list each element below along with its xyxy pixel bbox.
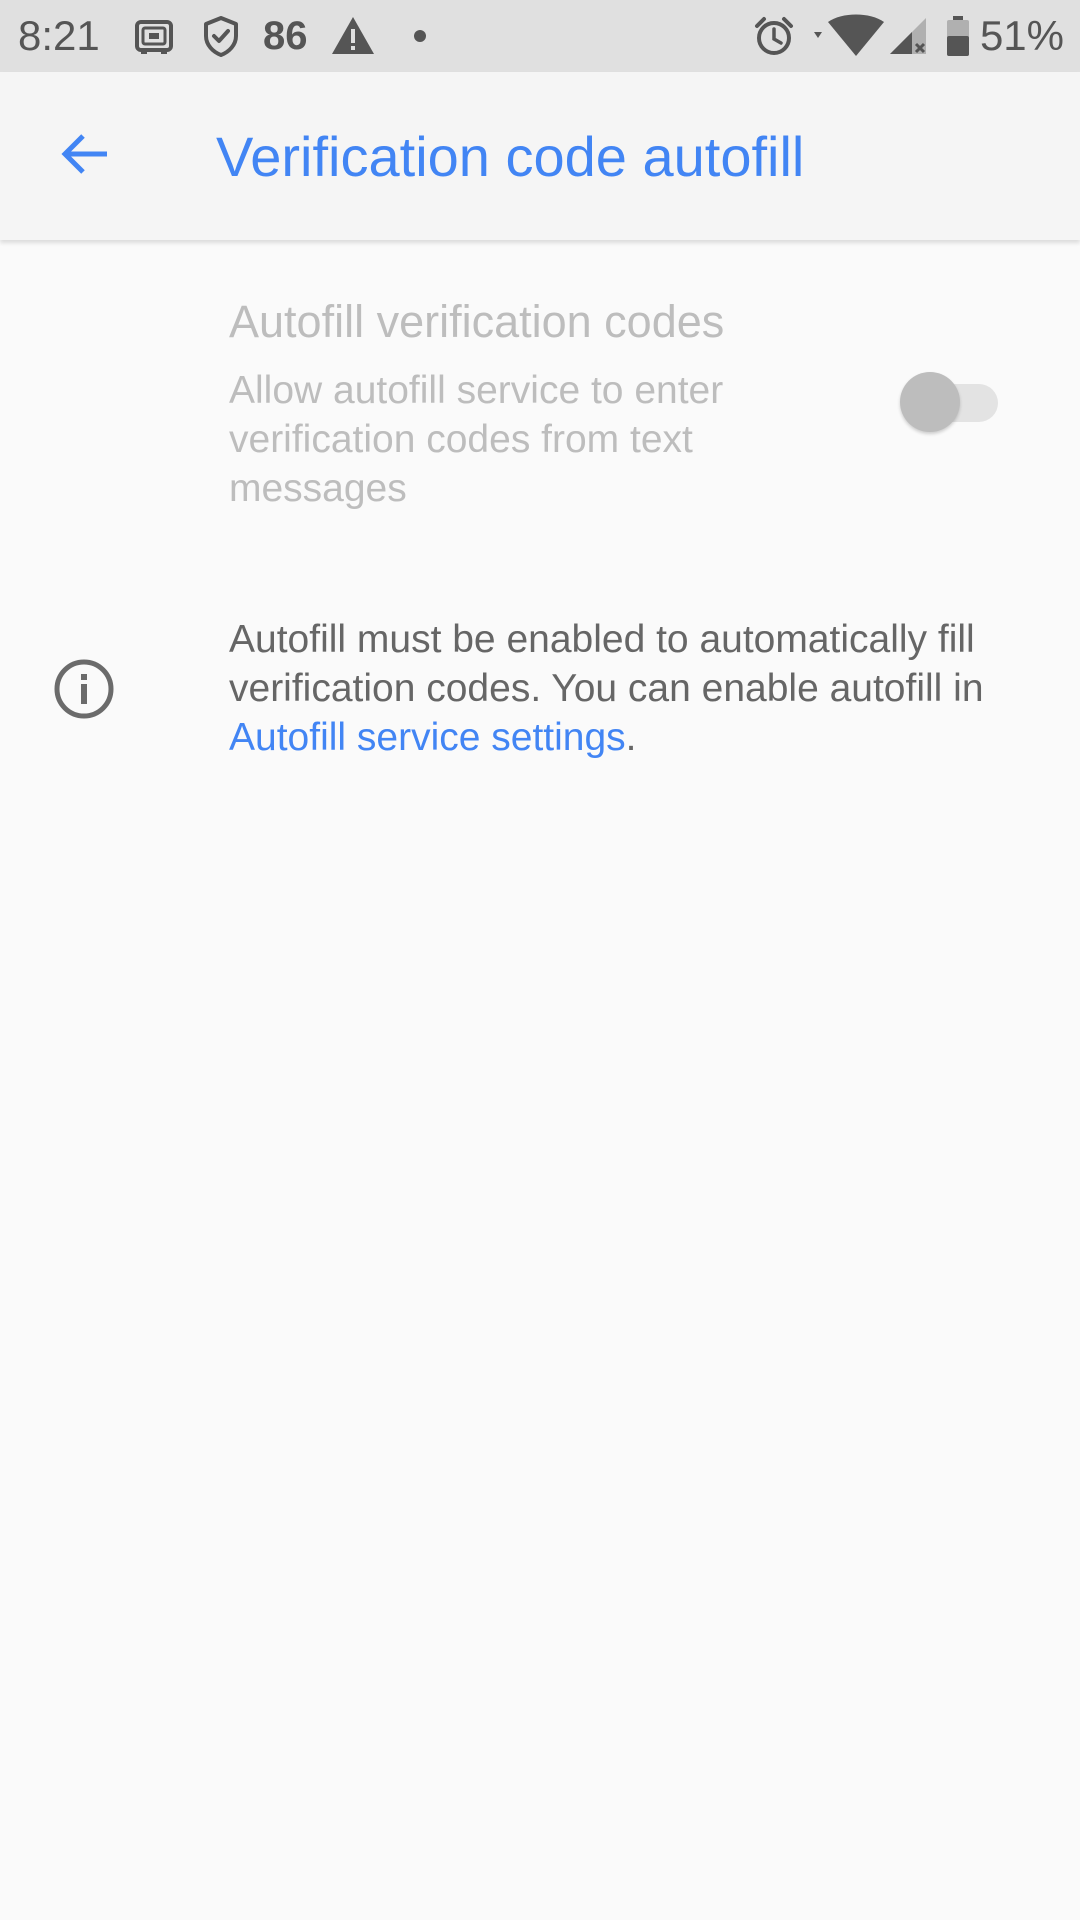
autofill-codes-preference[interactable]: Autofill verification codes Allow autofi…: [0, 270, 1080, 530]
arrow-back-icon: [57, 126, 113, 187]
preference-title: Autofill verification codes: [229, 296, 725, 347]
alarm-icon: [752, 14, 796, 58]
app-bar: Verification code autofill: [0, 72, 1080, 240]
wifi-icon: [812, 14, 884, 58]
cast-icon: [134, 14, 174, 58]
info-footer: Autofill must be enabled to automaticall…: [0, 615, 1080, 775]
preference-summary: Allow autofill service to enter verifica…: [229, 369, 724, 510]
battery-icon: [944, 14, 972, 58]
info-icon: [52, 657, 116, 721]
warning-icon: [330, 14, 376, 58]
battery-percent: 51%: [979, 12, 1064, 59]
autofill-service-settings-link[interactable]: Autofill service settings: [229, 716, 626, 759]
page-title: Verification code autofill: [216, 125, 805, 188]
back-button[interactable]: [40, 116, 130, 196]
signal-icon: [888, 14, 930, 58]
info-text-after-link: .: [625, 716, 637, 759]
status-bar: 8:21 86 51%: [0, 0, 1080, 72]
status-time: 8:21: [18, 12, 100, 59]
toggle-thumb: [900, 372, 960, 432]
shield-icon: [202, 14, 240, 58]
info-text: Autofill must be enabled to automaticall…: [229, 615, 1029, 762]
info-text-before-link: Autofill must be enabled to automaticall…: [229, 618, 984, 710]
autofill-codes-toggle[interactable]: [900, 370, 1000, 434]
dot-icon: [410, 14, 430, 58]
notification-count: 86: [263, 14, 308, 58]
